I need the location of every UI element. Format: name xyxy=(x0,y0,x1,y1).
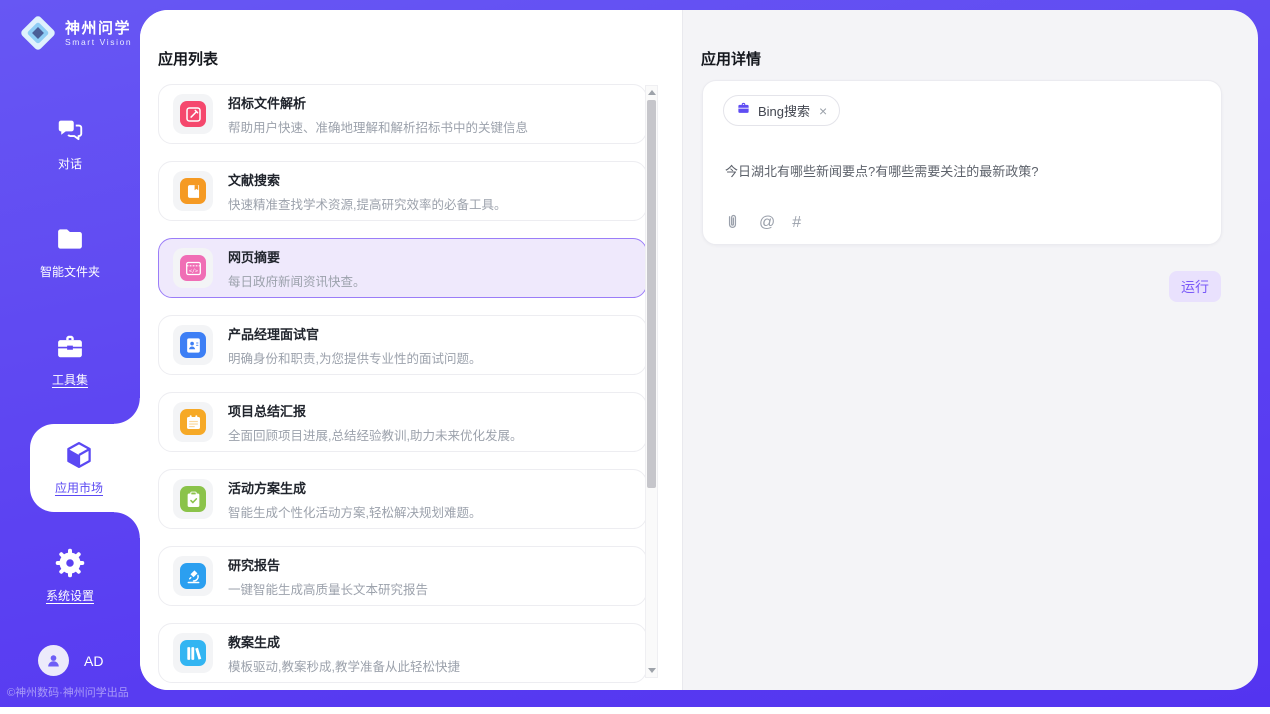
app-item-title: 研究报告 xyxy=(228,555,428,574)
tool-chip-bing-search[interactable]: Bing搜索 × xyxy=(723,95,840,126)
chat-icon xyxy=(55,116,85,146)
app-item-title: 网页摘要 xyxy=(228,247,366,266)
user-menu[interactable]: AD xyxy=(38,645,103,676)
svg-text:</>: </> xyxy=(188,268,197,274)
app-icon-frame xyxy=(173,171,213,211)
app-detail-title: 应用详情 xyxy=(701,48,761,69)
run-button[interactable]: 运行 xyxy=(1169,271,1221,302)
app-list-item[interactable]: 文献搜索快速精准查找学术资源,提高研究效率的必备工具。 xyxy=(158,161,647,221)
app-icon-frame xyxy=(173,479,213,519)
scroll-down-button[interactable] xyxy=(646,664,657,677)
triangle-up-icon xyxy=(648,90,656,95)
app-item-title: 产品经理面试官 xyxy=(228,324,481,343)
sidebar-item-label: 对话 xyxy=(58,155,82,172)
sidebar-item-system-settings[interactable]: 系统设置 xyxy=(0,532,140,620)
app-list-item[interactable]: </> 网页摘要每日政府新闻资讯快查。 xyxy=(158,238,647,298)
sidebar-item-label: 智能文件夹 xyxy=(40,263,100,280)
scroll-up-button[interactable] xyxy=(646,86,657,99)
sidebar-item-label: 应用市场 xyxy=(55,479,103,496)
app-item-description: 一键智能生成高质量长文本研究报告 xyxy=(228,579,428,598)
microscope-icon xyxy=(180,563,206,589)
app-item-title: 项目总结汇报 xyxy=(228,401,522,420)
main-card: 应用列表 招标文件解析帮助用户快速、准确地理解和解析招标书中的关键信息文献搜索快… xyxy=(140,10,1258,690)
cube-icon xyxy=(64,440,94,470)
app-icon-frame xyxy=(173,325,213,365)
app-item-title: 教案生成 xyxy=(228,632,460,651)
app-list-item[interactable]: 教案生成模板驱动,教案秒成,教学准备从此轻松快捷 xyxy=(158,623,647,683)
sidebar-item-toolset[interactable]: 工具集 xyxy=(0,316,140,404)
app-item-description: 每日政府新闻资讯快查。 xyxy=(228,271,366,290)
tool-chip-label: Bing搜索 xyxy=(758,101,810,120)
app-list-scrollbar[interactable] xyxy=(645,85,658,678)
prompt-card: Bing搜索 × 今日湖北有哪些新闻要点?有哪些需要关注的最新政策? @# xyxy=(702,80,1222,245)
brand-logo: 神州问学 Smart Vision xyxy=(18,13,132,53)
hash-icon[interactable]: # xyxy=(792,214,801,232)
app-item-description: 全面回顾项目进展,总结经验教训,助力未来优化发展。 xyxy=(228,425,522,444)
chip-close-icon[interactable]: × xyxy=(819,104,827,118)
sidebar-item-smart-folder[interactable]: 智能文件夹 xyxy=(0,208,140,296)
person-doc-icon xyxy=(180,332,206,358)
prompt-input[interactable]: 今日湖北有哪些新闻要点?有哪些需要关注的最新政策? xyxy=(725,161,1201,180)
app-detail-panel: 应用详情 Bing搜索 × 今日湖北有哪些新闻要点?有哪些需要关注的最新政策? … xyxy=(683,10,1258,690)
app-list-item[interactable]: 研究报告一键智能生成高质量长文本研究报告 xyxy=(158,546,647,606)
app-icon-frame xyxy=(173,633,213,673)
browser-code-icon: </> xyxy=(180,255,206,281)
copyright-text: ©神州数码·神州问学出品 xyxy=(7,684,129,700)
at-icon[interactable]: @ xyxy=(759,214,775,232)
app-item-description: 帮助用户快速、准确地理解和解析招标书中的关键信息 xyxy=(228,117,528,136)
app-item-title: 文献搜索 xyxy=(228,170,506,189)
scrollbar-thumb[interactable] xyxy=(647,100,656,488)
book-icon xyxy=(180,178,206,204)
app-list-panel: 应用列表 招标文件解析帮助用户快速、准确地理解和解析招标书中的关键信息文献搜索快… xyxy=(140,10,683,690)
attachment-toolbar: @# xyxy=(723,213,801,232)
sidebar-item-label: 系统设置 xyxy=(46,587,94,604)
folder-icon xyxy=(55,224,85,254)
app-item-title: 招标文件解析 xyxy=(228,93,528,112)
brand-name: 神州问学 xyxy=(65,20,132,37)
app-list-item[interactable]: 招标文件解析帮助用户快速、准确地理解和解析招标书中的关键信息 xyxy=(158,84,647,144)
app-item-title: 活动方案生成 xyxy=(228,478,481,497)
paperclip-icon[interactable] xyxy=(723,213,742,232)
clipboard-check-icon xyxy=(180,486,206,512)
app-icon-frame xyxy=(173,94,213,134)
briefcase-icon xyxy=(736,101,751,121)
triangle-down-icon xyxy=(648,668,656,673)
app-item-description: 智能生成个性化活动方案,轻松解决规划难题。 xyxy=(228,502,481,521)
app-list-item[interactable]: 产品经理面试官明确身份和职责,为您提供专业性的面试问题。 xyxy=(158,315,647,375)
sidebar-item-app-market[interactable]: 应用市场 xyxy=(30,424,140,512)
user-avatar-icon xyxy=(38,645,69,676)
app-list-item[interactable]: 活动方案生成智能生成个性化活动方案,轻松解决规划难题。 xyxy=(158,469,647,529)
diamond-logo-icon xyxy=(18,13,58,53)
sidebar-item-chat[interactable]: 对话 xyxy=(0,100,140,188)
user-name: AD xyxy=(84,653,103,669)
app-icon-frame xyxy=(173,402,213,442)
app-item-description: 模板驱动,教案秒成,教学准备从此轻松快捷 xyxy=(228,656,460,675)
app-icon-frame xyxy=(173,556,213,596)
app-list: 招标文件解析帮助用户快速、准确地理解和解析招标书中的关键信息文献搜索快速精准查找… xyxy=(158,84,647,690)
app-item-description: 明确身份和职责,为您提供专业性的面试问题。 xyxy=(228,348,481,367)
app-window: 神州问学 Smart Vision 对话智能文件夹工具集应用市场系统设置 AD … xyxy=(0,0,1270,714)
app-item-description: 快速精准查找学术资源,提高研究效率的必备工具。 xyxy=(228,194,506,213)
toolbox-icon xyxy=(55,332,85,362)
sidebar-nav: 对话智能文件夹工具集应用市场系统设置 xyxy=(0,100,140,640)
sidebar-item-label: 工具集 xyxy=(52,371,88,388)
brand-subtitle: Smart Vision xyxy=(65,37,132,47)
app-list-title: 应用列表 xyxy=(158,48,218,69)
calendar-icon xyxy=(180,409,206,435)
app-list-item[interactable]: 项目总结汇报全面回顾项目进展,总结经验教训,助力未来优化发展。 xyxy=(158,392,647,452)
books-icon xyxy=(180,640,206,666)
sidebar: 神州问学 Smart Vision 对话智能文件夹工具集应用市场系统设置 AD … xyxy=(0,0,140,707)
gear-icon xyxy=(55,548,85,578)
pen-square-icon xyxy=(180,101,206,127)
app-icon-frame: </> xyxy=(173,248,213,288)
